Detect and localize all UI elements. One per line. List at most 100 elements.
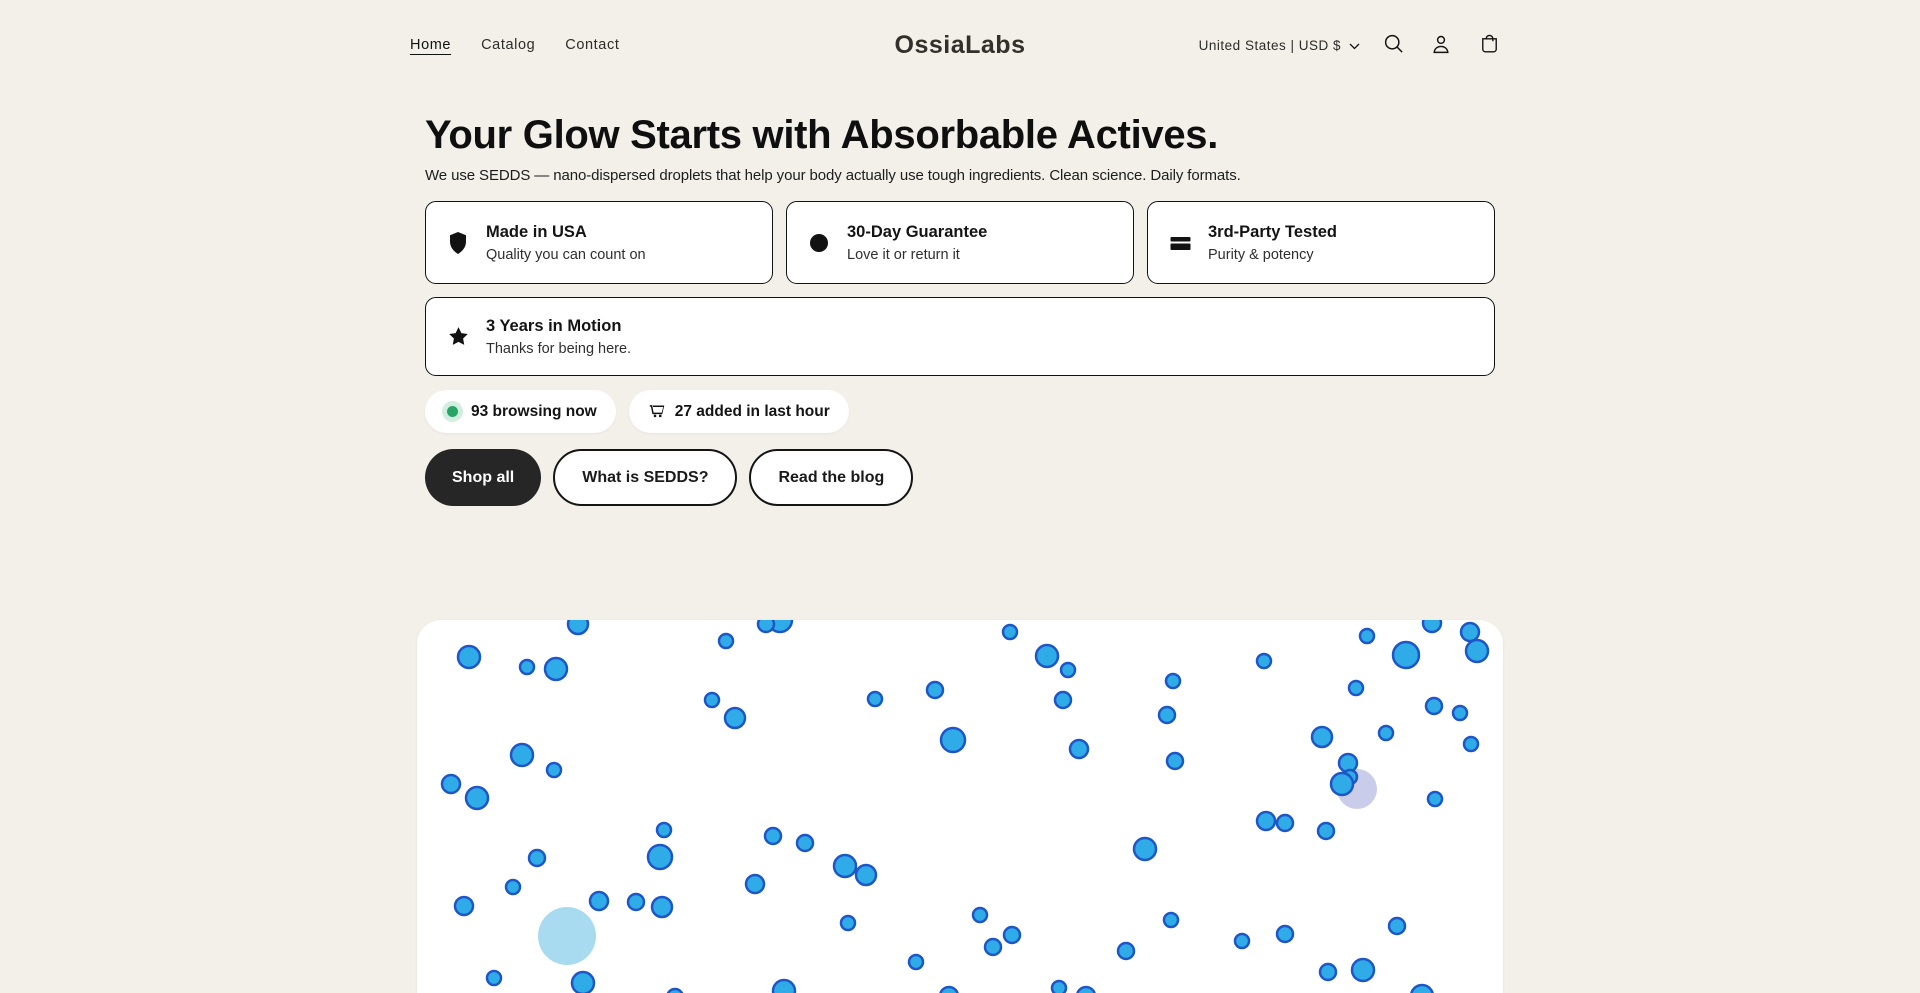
bubble — [719, 634, 733, 648]
card-title: 3 Years in Motion — [486, 317, 631, 336]
bubble — [973, 908, 987, 922]
cta-buttons: Shop all What is SEDDS? Read the blog — [425, 449, 1495, 506]
feature-cards: Made in USA Quality you can count on 30-… — [425, 201, 1495, 284]
card-title: 3rd-Party Tested — [1208, 223, 1337, 242]
shield-icon — [446, 231, 470, 255]
bubble — [1166, 674, 1180, 688]
bubble — [1003, 625, 1017, 639]
bubble — [909, 955, 923, 969]
bubble — [590, 892, 608, 910]
bubble — [834, 855, 856, 877]
feature-card-anniversary: 3 Years in Motion Thanks for being here. — [425, 297, 1495, 376]
bubble-animation-panel — [417, 620, 1503, 993]
bubble — [1036, 645, 1058, 667]
bubble — [1257, 812, 1275, 830]
card-text: Purity & potency — [1208, 247, 1337, 263]
live-stats: 93 browsing now 27 added in last hour — [425, 390, 1495, 433]
feature-card-made-in-usa: Made in USA Quality you can count on — [425, 201, 773, 284]
bubble — [725, 708, 745, 728]
bubble — [572, 972, 594, 993]
bubble — [1257, 654, 1271, 668]
bubble — [1428, 792, 1442, 806]
account-icon — [1430, 33, 1452, 58]
bubble — [1352, 959, 1374, 981]
badge-bars-icon — [1168, 232, 1192, 254]
bubble — [941, 728, 965, 752]
bubble — [985, 939, 1001, 955]
bubble — [652, 897, 672, 917]
chevron-down-icon — [1349, 38, 1360, 53]
star-icon — [446, 325, 470, 348]
bubble — [940, 987, 958, 993]
bubble — [466, 787, 488, 809]
bubble — [765, 828, 781, 844]
bubble — [1070, 740, 1088, 758]
account-button[interactable] — [1420, 24, 1462, 66]
cart-icon — [1479, 33, 1500, 57]
bubble — [1318, 823, 1334, 839]
bubble — [1379, 726, 1393, 740]
bubble — [1159, 707, 1175, 723]
site-header: Home Catalog Contact OssiaLabs United St… — [0, 0, 1920, 62]
bubble — [538, 907, 596, 965]
bubble — [487, 971, 501, 985]
bubble — [1134, 838, 1156, 860]
bubble — [1052, 981, 1066, 993]
store-logo[interactable]: OssiaLabs — [895, 31, 1026, 60]
dot-icon — [807, 232, 831, 254]
card-text: Thanks for being here. — [486, 341, 631, 357]
bubble — [1277, 815, 1293, 831]
bubble — [511, 744, 533, 766]
search-icon — [1383, 33, 1404, 57]
bubble — [1349, 681, 1363, 695]
bubble — [1411, 985, 1433, 993]
bubble — [458, 646, 480, 668]
bubble — [506, 880, 520, 894]
bubble — [856, 865, 876, 885]
search-button[interactable] — [1372, 24, 1414, 66]
green-dot-icon — [447, 406, 458, 417]
bubble — [1461, 623, 1479, 641]
bubble — [568, 620, 588, 634]
bubble — [1453, 706, 1467, 720]
bubble — [1055, 692, 1071, 708]
bubble — [746, 875, 764, 893]
feature-card-guarantee: 30-Day Guarantee Love it or return it — [786, 201, 1134, 284]
what-is-sedds-button[interactable]: What is SEDDS? — [553, 449, 737, 506]
bubble — [520, 660, 534, 674]
nav-link-catalog[interactable]: Catalog — [481, 37, 535, 53]
hero-subtitle: We use SEDDS — nano-dispersed droplets t… — [425, 167, 1495, 184]
bubble — [657, 823, 671, 837]
bubble — [1312, 727, 1332, 747]
bubble — [1118, 943, 1134, 959]
shop-all-button[interactable]: Shop all — [425, 449, 541, 506]
bubble — [1466, 640, 1488, 662]
nav-link-contact[interactable]: Contact — [565, 37, 619, 53]
cart-button[interactable] — [1468, 24, 1510, 66]
browsing-now-badge: 93 browsing now — [425, 390, 616, 433]
bubble — [1167, 753, 1183, 769]
header-actions: United States | USD $ — [1193, 24, 1510, 66]
bubble — [1004, 927, 1020, 943]
hero-section: Your Glow Starts with Absorbable Actives… — [425, 112, 1495, 506]
bubble — [758, 620, 774, 632]
bubble — [1277, 926, 1293, 942]
bubble — [1077, 987, 1095, 993]
bubble — [442, 775, 460, 793]
bubble — [1320, 964, 1336, 980]
feature-card-tested: 3rd-Party Tested Purity & potency — [1147, 201, 1495, 284]
bubble — [1423, 620, 1441, 632]
card-text: Quality you can count on — [486, 247, 646, 263]
bubble — [648, 845, 672, 869]
read-the-blog-button[interactable]: Read the blog — [749, 449, 913, 506]
bubble — [1235, 934, 1249, 948]
bubble — [1061, 663, 1075, 677]
bubble — [455, 897, 473, 915]
card-text: Love it or return it — [847, 247, 987, 263]
nav-link-home[interactable]: Home — [410, 37, 451, 53]
country-currency-selector[interactable]: United States | USD $ — [1193, 30, 1366, 61]
bubble — [628, 894, 644, 910]
bubble — [927, 682, 943, 698]
bubble — [705, 693, 719, 707]
hero-title: Your Glow Starts with Absorbable Actives… — [425, 112, 1495, 158]
